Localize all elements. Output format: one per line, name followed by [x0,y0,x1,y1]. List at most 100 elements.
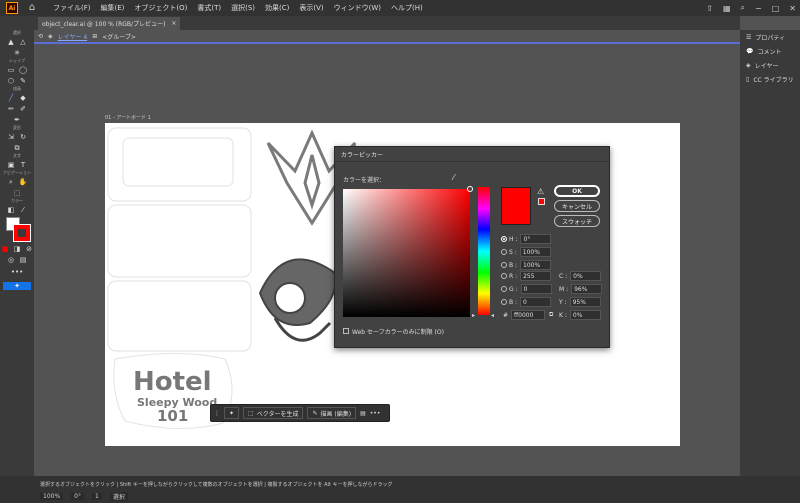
paint-tool-icon[interactable]: ▣ [7,161,15,169]
gamut-color-swatch[interactable] [538,198,545,205]
home-icon[interactable]: ⌂ [26,2,38,14]
breadcrumb-layer[interactable]: レイヤー 4 [58,32,88,41]
menu-view[interactable]: 表示(V) [294,3,328,13]
magenta-field[interactable]: M :96% [559,284,603,294]
ok-button[interactable]: OK [554,185,600,197]
color-field[interactable] [343,186,473,317]
panel-libraries[interactable]: ▯ CC ライブラリ [740,72,800,86]
share-icon[interactable]: ⇧ [706,4,713,13]
menu-help[interactable]: ヘルプ(H) [386,3,428,13]
green-radio[interactable] [501,286,507,292]
eyedropper-icon[interactable]: ⁄ [19,206,27,214]
hex-input[interactable]: ff0000 [511,310,546,320]
magenta-input[interactable]: 96% [571,284,603,294]
tab-close-icon[interactable]: × [171,20,176,27]
menu-window[interactable]: ウィンドウ(W) [329,3,386,13]
cyan-input[interactable]: 0% [570,271,602,281]
red-radio[interactable] [501,273,507,279]
arrange-icon[interactable]: ▦ [723,4,731,13]
gradient-mode-icon[interactable]: ◨ [13,245,21,253]
document-tab[interactable]: object_clear.ai @ 100 % (RGB/プレビュー) × [38,17,181,30]
polygon-tool-icon[interactable]: ⬡ [7,77,15,85]
cyan-field[interactable]: C :0% [559,271,602,281]
rectangle-tool-icon[interactable]: ▭ [7,66,15,74]
blob-brush-icon[interactable]: ✐ [19,105,27,113]
vectorize-button[interactable]: ⬚ ベクターを生成 [243,407,304,419]
green-input[interactable]: 0 [520,284,552,294]
minimize-icon[interactable]: − [755,4,762,13]
blue-radio[interactable] [501,299,507,305]
free-transform-icon[interactable]: ⧉ [13,144,21,152]
ellipse-tool-icon[interactable]: ◯ [19,66,27,74]
pen-tool-icon[interactable]: ✒ [13,116,21,124]
generative-icon[interactable]: ✦ [224,407,240,419]
gradient-tool-icon[interactable]: ◧ [7,206,15,214]
artboard-number[interactable]: 1 [91,493,102,500]
yellow-field[interactable]: Y :95% [559,297,601,307]
scale-tool-icon[interactable]: ⇲ [7,133,15,141]
hue-radio[interactable] [501,236,507,242]
black-field[interactable]: K :0% [559,310,601,320]
zoom-tool-icon[interactable]: ⌕ [7,178,15,186]
direct-selection-icon[interactable]: △ [19,38,27,46]
red-field[interactable]: R :255 [501,271,552,281]
menu-type[interactable]: 書式(T) [192,3,226,13]
blue-input[interactable]: 0 [520,297,552,307]
artboard-tool-icon[interactable]: ⬚ [13,189,21,197]
saturation-input[interactable]: 100% [519,247,551,257]
hue-slider-left-arrow[interactable]: ▸ [472,312,475,319]
blue-field[interactable]: B :0 [501,297,552,307]
panel-layers[interactable]: ◈ レイヤー [740,58,800,72]
brightness-input[interactable]: 100% [520,260,552,270]
out-of-gamut-warning-icon[interactable]: ⚠ [537,187,544,196]
search-icon[interactable]: ⌕ [741,3,745,13]
magic-wand-icon[interactable]: ✳ [13,49,21,57]
more-tools-icon[interactable]: ••• [11,268,23,276]
rotation-select[interactable]: 0° [71,493,84,500]
black-input[interactable]: 0% [569,310,601,320]
selection-tool-icon[interactable]: ▲ [7,38,15,46]
color-mode-icon[interactable]: ■ [1,245,9,253]
menu-file[interactable]: ファイル(F) [48,3,96,13]
zoom-select[interactable]: 100% [40,493,64,500]
screen-mode-icon[interactable]: ▤ [19,256,27,264]
drag-handle-icon[interactable]: ⋮ [214,410,220,417]
hue-slider-right-arrow[interactable]: ◂ [491,312,494,319]
more-options-icon[interactable]: ••• [370,410,381,417]
back-arrow-icon[interactable]: ⟲ [38,33,43,40]
menu-effect[interactable]: 効果(C) [260,3,294,13]
web-safe-checkbox[interactable] [343,328,349,334]
saturation-field[interactable]: S :100% [501,247,551,257]
stroke-swatch[interactable] [13,224,31,242]
hue-field[interactable]: H :0° [501,234,552,244]
cancel-button[interactable]: キャンセル [554,200,600,212]
generative-tool-icon[interactable]: ✦ [3,282,31,290]
panel-properties[interactable]: ☰ プロパティ [740,30,800,44]
hex-field[interactable]: # ff0000 ⧉ [503,310,553,320]
hue-input[interactable]: 0° [520,234,552,244]
properties-icon[interactable]: ▤ [360,410,366,417]
yellow-input[interactable]: 95% [569,297,601,307]
eraser-tool-icon[interactable]: ◆ [19,94,27,102]
shaper-tool-icon[interactable]: ✎ [19,77,27,85]
current-tool-status[interactable]: 選択 [109,492,128,501]
menu-edit[interactable]: 編集(E) [96,3,130,13]
maximize-icon[interactable]: □ [772,4,780,13]
saturation-radio[interactable] [501,249,507,255]
red-input[interactable]: 255 [520,271,552,281]
eyedropper-icon[interactable]: ⁄ [453,173,454,182]
rotate-tool-icon[interactable]: ↻ [19,133,27,141]
breadcrumb-group[interactable]: <グループ> [102,32,136,41]
color-field-cursor[interactable] [467,186,473,192]
fill-stroke-swatches[interactable] [0,215,34,243]
cube-icon[interactable]: ⧉ [549,311,553,319]
panel-comments[interactable]: 💬 コメント [740,44,800,58]
type-tool-icon[interactable]: T [19,161,27,169]
hue-slider[interactable] [478,187,490,315]
edit-drawing-button[interactable]: ✎ 描画 (編集) [307,407,357,419]
brightness-radio[interactable] [501,262,507,268]
brightness-field[interactable]: B :100% [501,260,552,270]
none-mode-icon[interactable]: ⊘ [25,245,33,253]
brush-tool-icon[interactable]: ╱ [7,94,15,102]
web-safe-option[interactable]: Web セーフカラーのみに制限 (O) [343,326,444,336]
